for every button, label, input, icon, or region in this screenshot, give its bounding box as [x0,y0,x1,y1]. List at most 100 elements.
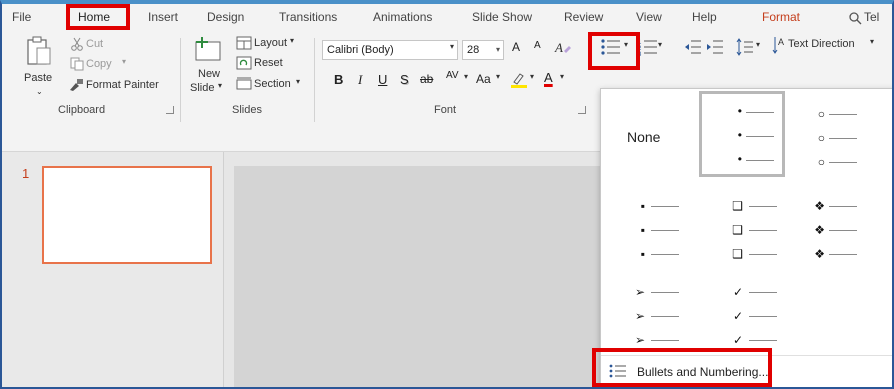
bullet-line [829,162,857,163]
layout-dropdown-arrow: ▾ [290,36,295,45]
font-size-combo[interactable]: 28 ▾ [462,40,504,60]
font-color-button[interactable]: A [544,70,553,85]
bullet-glyph: • [737,128,742,142]
highlighter-icon[interactable] [510,70,528,90]
bullet-glyph: ❖ [814,223,825,237]
copy-icon [70,57,84,71]
font-size-dropdown-arrow: ▾ [495,45,500,54]
bullet-glyph: ✓ [732,333,743,347]
font-name-dropdown-arrow[interactable]: ▾ [450,42,454,51]
bullets-gallery: None • • • ○ ○ ○ ▪ ▪ ▪ ❑ ❑ ❑ ❖ ❖ ❖ ➢ ➢ ➢… [600,88,892,387]
bullet-option-hollow-circle[interactable]: ○ ○ ○ [797,95,883,181]
change-case-dropdown-arrow[interactable]: ▾ [496,72,500,81]
clipboard-launcher-icon[interactable] [166,106,174,114]
underline-button[interactable]: U [378,72,387,87]
group-separator [180,38,181,122]
bullet-line [749,316,777,317]
italic-button[interactable]: I [358,72,362,88]
bullet-option-hollow-square[interactable]: ❑ ❑ ❑ [701,185,787,271]
shrink-font-button[interactable]: A [534,40,541,51]
reset-label: Reset [254,57,283,69]
bullet-glyph: ➢ [634,309,645,323]
bullet-option-arrow[interactable]: ➢ ➢ ➢ [605,271,691,357]
section-icon [236,77,252,90]
section-dropdown-arrow: ▾ [296,77,301,86]
numbering-dropdown-arrow[interactable]: ▾ [658,40,662,49]
slide-canvas[interactable] [234,166,604,387]
tab-format[interactable]: Format [762,10,800,24]
paste-icon [27,36,51,65]
tab-help[interactable]: Help [692,10,717,24]
bullet-glyph: ❖ [814,247,825,261]
line-spacing-dropdown-arrow[interactable]: ▾ [756,40,760,49]
bold-button[interactable]: B [334,72,343,87]
none-label: None [627,129,661,145]
search-icon[interactable] [848,11,862,25]
reset-icon [236,56,252,70]
change-case-button[interactable]: Aa [476,72,491,86]
group-separator [314,38,315,122]
text-direction-dropdown-arrow[interactable]: ▾ [870,37,874,46]
numbering-icon[interactable]: 1 2 3 [638,38,658,56]
new-slide-label-2: Slide [190,82,215,94]
decrease-indent-icon[interactable] [684,38,702,56]
slide-thumbnail[interactable] [42,166,212,264]
bullet-glyph: ➢ [634,333,645,347]
bullets-icon[interactable] [600,38,622,56]
layout-label: Layout [254,37,288,49]
font-color-dropdown-arrow[interactable]: ▾ [560,72,564,81]
slides-group-label: Slides [232,104,262,116]
bullet-line [829,138,857,139]
ribbon-tab-bar: File Home Insert Design Transitions Anim… [2,4,892,32]
bullet-option-checkmark[interactable]: ✓ ✓ ✓ [701,271,787,357]
tab-design[interactable]: Design [207,10,244,24]
shadow-button[interactable]: S [400,72,409,87]
cut-label: Cut [86,38,104,50]
bullet-line [829,230,857,231]
bullet-line [651,292,679,293]
line-spacing-icon[interactable] [736,37,754,57]
tab-review[interactable]: Review [564,10,603,24]
scissors-icon [71,37,83,51]
increase-indent-icon[interactable] [706,38,724,56]
font-launcher-icon[interactable] [578,106,586,114]
tab-file[interactable]: File [12,10,31,24]
tab-view[interactable]: View [636,10,662,24]
paste-dropdown-arrow: ⌄ [36,87,43,96]
tab-slide-show[interactable]: Slide Show [472,10,532,24]
tab-home[interactable]: Home [78,10,110,24]
highlight-dropdown-arrow[interactable]: ▾ [530,72,534,81]
bullet-glyph: ○ [817,155,825,169]
text-direction-icon[interactable]: A [772,35,786,55]
bullet-option-diamond[interactable]: ❖ ❖ ❖ [797,185,883,271]
bullet-line [746,160,774,161]
tell-me-box[interactable]: Tel [864,10,879,24]
bullet-option-filled-square[interactable]: ▪ ▪ ▪ [605,185,691,271]
character-spacing-button[interactable]: AV [446,70,459,81]
tab-insert[interactable]: Insert [148,10,178,24]
tab-animations[interactable]: Animations [373,10,432,24]
svg-text:A: A [554,40,563,55]
bullet-line [749,230,777,231]
text-direction-label[interactable]: Text Direction [788,38,855,50]
bullet-option-small-dot[interactable]: • • • [699,91,785,177]
bullets-dropdown-arrow[interactable]: ▾ [624,40,628,49]
format-painter-label: Format Painter [86,79,159,91]
svg-text:3: 3 [638,52,642,56]
new-slide-label-1: New [198,68,221,80]
bullet-glyph: ➢ [634,285,645,299]
slide-thumbnails-pane: 1 [2,152,224,387]
strikethrough-button[interactable]: ab [420,72,433,86]
bullets-and-numbering-item[interactable]: Bullets and Numbering... [601,355,892,385]
clear-formatting-icon[interactable]: A [554,38,572,56]
tab-transitions[interactable]: Transitions [279,10,337,24]
bullet-line [749,206,777,207]
bullet-option-none[interactable]: None [605,95,691,181]
bullet-glyph: ✓ [732,309,743,323]
font-name-combo[interactable]: Calibri (Body) [322,40,458,60]
bullet-line [829,254,857,255]
new-slide-dropdown-arrow: ▾ [218,81,223,90]
grow-font-button[interactable]: A [512,40,520,54]
character-spacing-dropdown-arrow[interactable]: ▾ [464,72,468,81]
bullet-line [829,114,857,115]
